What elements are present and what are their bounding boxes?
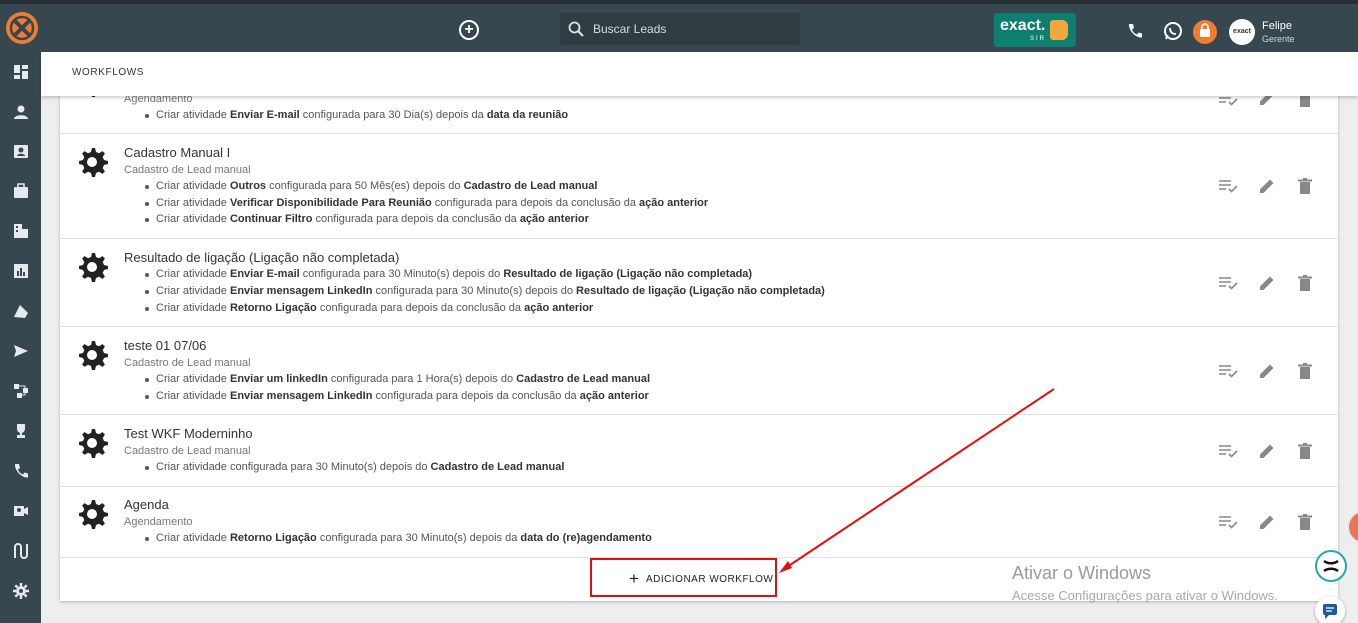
edit-icon[interactable]	[1258, 274, 1276, 292]
brand-sub: SIR	[1030, 36, 1047, 42]
dashboard-icon[interactable]	[13, 64, 29, 80]
workflow-title: Agenda	[124, 497, 169, 512]
search-input[interactable]: Buscar Leads	[593, 22, 666, 36]
list-check-icon[interactable]	[1218, 515, 1238, 529]
gear-icon	[79, 500, 108, 529]
delete-icon[interactable]	[1298, 443, 1312, 459]
user-name[interactable]: Felipe	[1262, 20, 1292, 32]
app-logo-icon[interactable]	[6, 12, 38, 44]
workflow-action: Criar atividade Enviar E-mail configurad…	[144, 268, 753, 280]
workflow-trigger: Cadastro de Lead manual	[124, 357, 251, 369]
tab-bar: WORKFLOWS	[41, 52, 1358, 96]
workflow-trigger: Cadastro de Lead manual	[124, 164, 251, 176]
person-icon[interactable]	[13, 104, 29, 120]
list-check-icon[interactable]	[1218, 444, 1238, 458]
watermark-subtitle: Acesse Configurações para ativar o Windo…	[1012, 588, 1278, 603]
workflow-list: Agendamento Criar atividade Enviar E-mai…	[60, 60, 1338, 601]
edit-icon[interactable]	[1258, 177, 1276, 195]
watermark-title: Ativar o Windows	[1012, 563, 1152, 583]
edit-icon[interactable]	[1258, 513, 1276, 531]
delete-icon[interactable]	[1298, 178, 1312, 194]
bar-chart-icon[interactable]	[13, 263, 29, 279]
play-icon	[1050, 20, 1068, 40]
list-check-icon[interactable]	[1218, 276, 1238, 290]
chat-icon[interactable]	[1315, 596, 1345, 623]
brand-text: exact.	[1000, 17, 1046, 34]
workflow-action: Criar atividade Enviar um linkedIn confi…	[144, 373, 651, 385]
workflow-action: Criar atividade Outros configurada para …	[144, 180, 598, 192]
list-check-icon[interactable]	[1218, 364, 1238, 378]
workflow-action: Criar atividade Continuar Filtro configu…	[145, 213, 589, 225]
workflow-row[interactable]: teste 01 07/06 Cadastro de Lead manual C…	[60, 327, 1338, 415]
add-icon[interactable]: +	[459, 20, 479, 40]
workflow-title: teste 01 07/06	[124, 338, 207, 353]
workflow-row[interactable]: Cadastro Manual I Cadastro de Lead manua…	[60, 134, 1338, 239]
gear-icon	[79, 429, 108, 458]
user-role: Gerente	[1262, 34, 1295, 44]
video-contact-icon[interactable]	[13, 503, 29, 519]
edit-icon[interactable]	[1258, 362, 1276, 380]
trophy-icon[interactable]	[13, 423, 29, 439]
workflow-row[interactable]: Resultado de ligação (Ligação não comple…	[60, 239, 1338, 327]
workflow-action: Criar atividade Retorno Ligação configur…	[145, 532, 652, 544]
workflow-action: Criar atividade Retorno Ligação configur…	[144, 302, 594, 314]
top-bar: + Buscar Leads exact. SIR exact Felipe G…	[0, 0, 1358, 52]
add-workflow-label: ADICIONAR WORKFLOW	[646, 574, 774, 585]
route-icon[interactable]	[13, 543, 29, 559]
search-icon	[568, 21, 584, 37]
workflow-icon[interactable]	[13, 383, 29, 399]
gear-icon	[79, 341, 108, 370]
call-icon[interactable]	[13, 463, 29, 479]
phone-icon[interactable]	[1126, 22, 1144, 40]
workflow-trigger: Agendamento	[124, 516, 193, 528]
funnel-icon[interactable]	[13, 303, 29, 319]
gear-icon	[79, 148, 108, 177]
building-icon[interactable]	[13, 223, 29, 239]
exact-sir-badge[interactable]: exact. SIR	[994, 13, 1076, 47]
workflow-title: Test WKF Moderninho	[124, 426, 253, 441]
workflow-action: Criar atividade Enviar E-mail configurad…	[144, 109, 569, 121]
briefcase-icon[interactable]	[13, 183, 29, 199]
workflow-action: Criar atividade Enviar mensagem LinkedIn…	[145, 390, 649, 402]
whatsapp-icon[interactable]	[1163, 21, 1183, 41]
gear-icon	[79, 253, 108, 282]
contact-card-icon[interactable]	[13, 143, 29, 159]
delete-icon[interactable]	[1298, 514, 1312, 530]
plus-icon: +	[629, 569, 639, 588]
avatar[interactable]: exact	[1229, 19, 1255, 45]
send-icon[interactable]	[13, 343, 29, 359]
delete-icon[interactable]	[1298, 363, 1312, 379]
settings-icon[interactable]	[13, 583, 29, 599]
workflow-row[interactable]: Agenda Agendamento Criar atividade Retor…	[60, 487, 1338, 558]
side-widget[interactable]	[1347, 510, 1358, 544]
support-widget-icon[interactable]	[1315, 550, 1347, 582]
delete-icon[interactable]	[1298, 275, 1312, 291]
workflow-row[interactable]: Test WKF Moderninho Cadastro de Lead man…	[60, 415, 1338, 487]
edit-icon[interactable]	[1258, 442, 1276, 460]
tab-workflows[interactable]: WORKFLOWS	[72, 67, 144, 78]
workflow-action: Criar atividade Verificar Disponibilidad…	[144, 197, 709, 209]
list-check-icon[interactable]	[1218, 179, 1238, 193]
add-workflow-button[interactable]: + ADICIONAR WORKFLOW	[590, 558, 777, 597]
workflow-title: Cadastro Manual I	[124, 145, 231, 160]
workflow-action: Criar atividade Enviar mensagem LinkedIn…	[145, 285, 825, 297]
workflow-title: Resultado de ligação (Ligação não comple…	[124, 250, 400, 265]
store-icon[interactable]	[1193, 20, 1217, 44]
workflow-action: Criar atividade configurada para 30 Minu…	[144, 461, 565, 473]
workflow-trigger: Cadastro de Lead manual	[124, 445, 251, 457]
search-bar[interactable]: Buscar Leads	[560, 13, 800, 45]
sidebar	[0, 52, 41, 623]
